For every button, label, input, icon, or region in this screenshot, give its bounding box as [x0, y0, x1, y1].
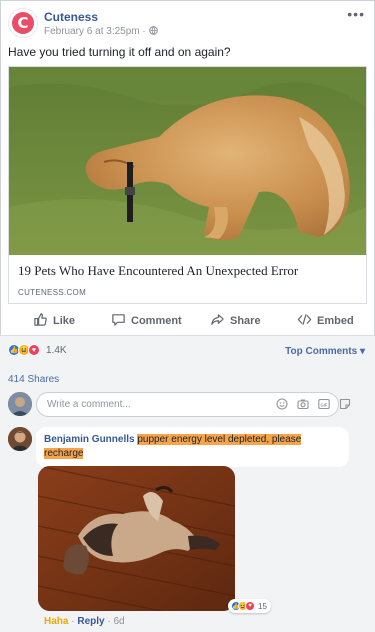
- comment-icon: [111, 312, 126, 330]
- reaction-summary[interactable]: 👍 😆 ♥ 1.4K: [8, 344, 67, 356]
- like-label: Like: [53, 315, 76, 327]
- link-domain: CUTENESS.COM: [18, 288, 87, 297]
- link-preview-card[interactable]: 19 Pets Who Have Encountered An Unexpect…: [8, 66, 367, 304]
- svg-text:GIF: GIF: [321, 402, 328, 407]
- photo-reaction-count: 15: [258, 601, 267, 611]
- reply-button[interactable]: Reply: [77, 616, 104, 627]
- haha-button[interactable]: Haha: [44, 616, 68, 627]
- commenter-avatar[interactable]: [8, 427, 32, 451]
- reaction-count: 1.4K: [46, 344, 67, 356]
- meta-separator: ·: [142, 26, 146, 37]
- comment-photo[interactable]: [38, 466, 235, 611]
- comment-age[interactable]: 6d: [114, 616, 125, 627]
- embed-icon: [297, 312, 312, 330]
- comments-section: 👍 😆 ♥ 1.4K Top Comments ▾ 414 Shares GIF: [0, 336, 375, 632]
- shares-count[interactable]: 414 Shares: [8, 374, 59, 385]
- camera-icon[interactable]: [297, 398, 309, 410]
- post-meta: February 6 at 3:25pm ·: [44, 26, 158, 37]
- post-header: C Cuteness February 6 at 3:25pm · •••: [8, 6, 367, 42]
- like-button[interactable]: Like: [33, 309, 75, 333]
- post-action-bar: Like Comment Share Embed: [0, 309, 375, 333]
- commenter-name[interactable]: Benjamin Gunnells: [44, 434, 135, 445]
- comment-button[interactable]: Comment: [111, 309, 182, 333]
- photo-reaction-summary[interactable]: 👍 😆 ♥ 15: [228, 599, 271, 613]
- love-reaction-icon: ♥: [28, 344, 40, 356]
- comment-composer: GIF: [8, 390, 367, 420]
- composer-icons: GIF: [276, 398, 351, 410]
- globe-icon: [148, 26, 158, 37]
- current-user-avatar[interactable]: [8, 392, 32, 416]
- sticker-icon[interactable]: [339, 398, 351, 410]
- link-title[interactable]: 19 Pets Who Have Encountered An Unexpect…: [18, 263, 298, 279]
- link-preview-image[interactable]: [9, 67, 366, 255]
- embed-button[interactable]: Embed: [297, 309, 354, 333]
- love-reaction-icon: ♥: [245, 601, 255, 611]
- separator: ·: [107, 616, 111, 627]
- top-comments-label: Top Comments: [285, 346, 358, 357]
- gif-icon[interactable]: GIF: [318, 398, 330, 410]
- page-avatar[interactable]: C: [8, 8, 38, 38]
- cuteness-logo: C: [12, 12, 34, 34]
- comment-label: Comment: [131, 315, 182, 327]
- chevron-down-icon: ▾: [359, 346, 365, 357]
- comment-bubble: Benjamin Gunnells pupper energy level de…: [36, 427, 349, 467]
- share-button[interactable]: Share: [210, 309, 261, 333]
- post-time[interactable]: February 6 at 3:25pm: [44, 26, 140, 37]
- separator: ·: [71, 616, 75, 627]
- emoji-icon[interactable]: [276, 398, 288, 410]
- comment-actions: Haha · Reply · 6d: [44, 616, 125, 627]
- page-name[interactable]: Cuteness: [44, 10, 98, 24]
- embed-label: Embed: [317, 315, 354, 327]
- post-text: Have you tried turning it off and on aga…: [8, 45, 231, 59]
- share-label: Share: [230, 315, 261, 327]
- top-comments-dropdown[interactable]: Top Comments ▾: [285, 346, 365, 357]
- like-icon: [33, 312, 48, 330]
- more-icon[interactable]: •••: [347, 6, 365, 22]
- share-icon: [210, 312, 225, 330]
